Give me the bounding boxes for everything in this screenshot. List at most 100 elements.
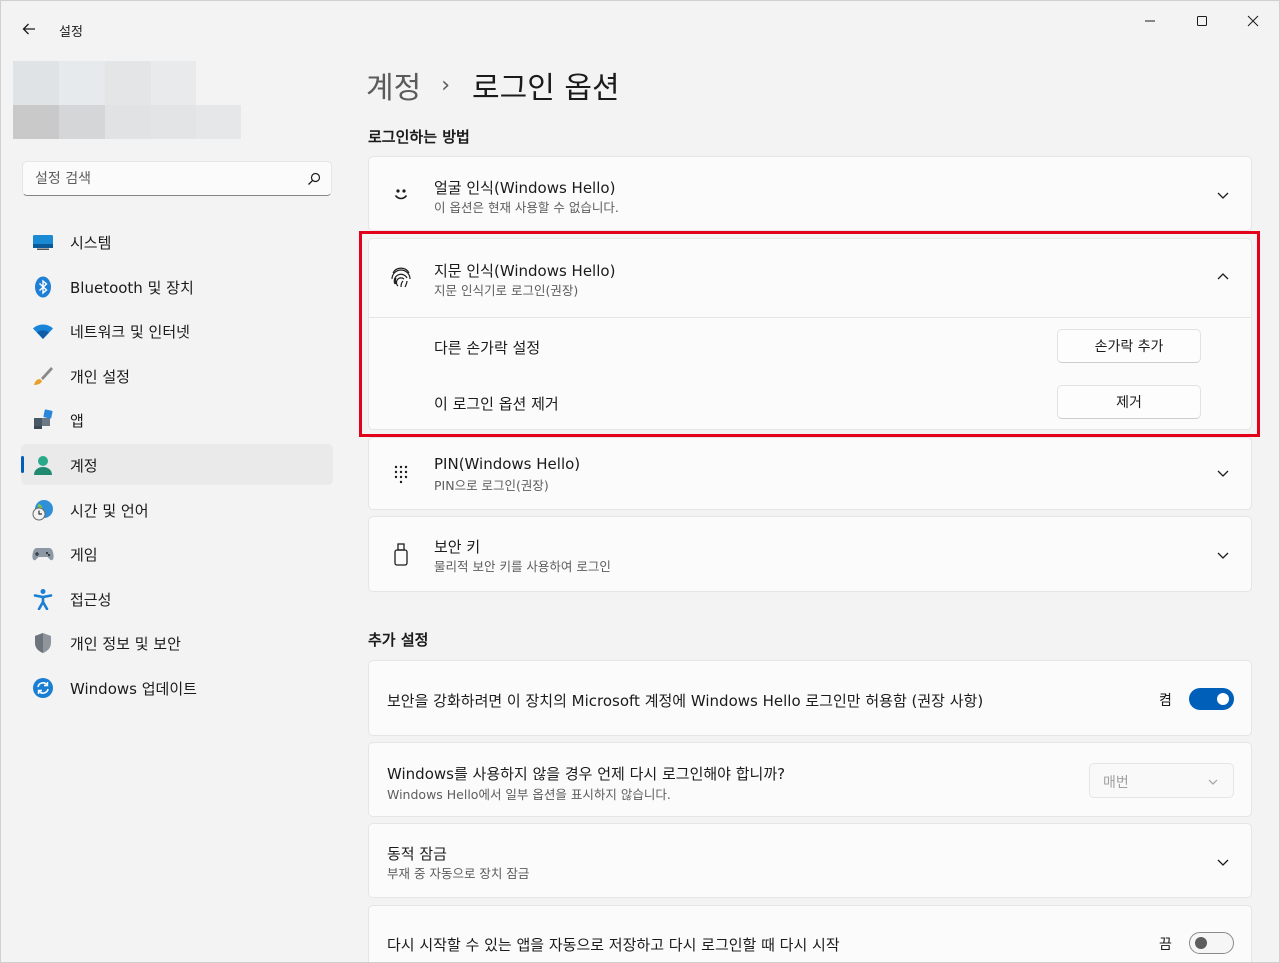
fingerprint-icon <box>389 265 413 289</box>
apps-icon <box>32 409 54 431</box>
keypad-icon <box>389 462 413 486</box>
page-title: 로그인 옵션 <box>472 71 620 106</box>
setting-title: Windows를 사용하지 않을 경우 언제 다시 로그인해야 합니까? <box>387 765 786 783</box>
remove-option-label: 이 로그인 옵션 제거 <box>434 395 559 413</box>
search-input[interactable] <box>35 169 295 189</box>
sidebar-item-label: 계정 <box>70 456 98 475</box>
close-icon <box>1247 15 1259 27</box>
toggle-state-label: 켬 <box>1159 693 1172 709</box>
add-finger-button[interactable]: 손가락 추가 <box>1057 329 1201 363</box>
system-icon <box>32 231 54 253</box>
breadcrumb: 계정 › 로그인 옵션 <box>366 63 620 107</box>
face-icon <box>389 182 413 206</box>
sidebar-item-network[interactable]: 네트워크 및 인터넷 <box>21 310 333 351</box>
fingerprint-card[interactable]: 지문 인식(Windows Hello) 지문 인식기로 로그인(권장) 다른 … <box>368 238 1252 430</box>
sidebar-item-apps[interactable]: 앱 <box>21 399 333 440</box>
sidebar-item-windows-update[interactable]: Windows 업데이트 <box>21 667 333 708</box>
sidebar-item-accounts[interactable]: 계정 <box>21 443 333 485</box>
update-icon <box>32 677 54 699</box>
chevron-down-icon[interactable] <box>1215 854 1231 870</box>
face-recognition-card[interactable]: 얼굴 인식(Windows Hello) 이 옵션은 현재 사용할 수 없습니다… <box>368 156 1252 231</box>
dynamic-lock-card[interactable]: 동적 잠금 부재 중 자동으로 장치 잠금 <box>368 823 1252 898</box>
card-title: 보안 키 <box>434 538 481 556</box>
sidebar-item-label: 앱 <box>70 412 84 431</box>
sidebar-item-time-language[interactable]: 시간 및 언어 <box>21 489 333 530</box>
account-icon <box>32 454 54 476</box>
sidebar-item-label: 게임 <box>70 546 98 565</box>
remove-button[interactable]: 제거 <box>1057 385 1201 419</box>
sidebar-item-accessibility[interactable]: 접근성 <box>21 578 333 619</box>
toggle-knob <box>1217 693 1229 705</box>
usb-key-icon <box>389 543 413 567</box>
breadcrumb-separator: › <box>441 72 451 98</box>
sidebar-item-label: Windows 업데이트 <box>70 679 197 698</box>
card-subtitle: 물리적 보안 키를 사용하여 로그인 <box>434 559 611 574</box>
hello-only-toggle[interactable] <box>1189 688 1234 710</box>
settings-search[interactable] <box>22 161 332 196</box>
sidebar-item-system[interactable]: 시스템 <box>21 221 333 262</box>
arrow-left-icon <box>22 23 35 35</box>
setting-label: 다시 시작할 수 있는 앱을 자동으로 저장하고 다시 로그인할 때 다시 시작 <box>387 936 840 954</box>
restart-apps-toggle[interactable] <box>1189 932 1234 954</box>
sidebar-item-label: 개인 정보 및 보안 <box>70 635 181 654</box>
shield-icon <box>32 632 54 654</box>
search-icon[interactable] <box>307 172 321 186</box>
card-subtitle: 지문 인식기로 로그인(권장) <box>434 283 579 298</box>
card-subtitle: PIN으로 로그인(권장) <box>434 478 549 493</box>
card-title: 얼굴 인식(Windows Hello) <box>434 179 616 197</box>
fingerprint-options: 다른 손가락 설정 손가락 추가 이 로그인 옵션 제거 제거 <box>369 317 1251 432</box>
bluetooth-icon <box>32 276 54 298</box>
minimize-icon <box>1145 20 1155 22</box>
card-subtitle: 이 옵션은 현재 사용할 수 없습니다. <box>434 200 619 215</box>
sidebar-item-personalization[interactable]: 개인 설정 <box>21 355 333 396</box>
sidebar-item-label: 네트워크 및 인터넷 <box>70 323 190 342</box>
sidebar-item-label: 개인 설정 <box>70 367 130 386</box>
back-button[interactable] <box>13 13 45 45</box>
card-title: PIN(Windows Hello) <box>434 455 581 473</box>
title-bar: 설정 <box>1 1 1279 51</box>
hello-only-setting: 보안을 강화하려면 이 장치의 Microsoft 계정에 Windows He… <box>368 660 1252 736</box>
sidebar-item-label: 시스템 <box>70 234 112 252</box>
card-title: 지문 인식(Windows Hello) <box>434 262 616 280</box>
card-subtitle: 부재 중 자동으로 장치 잠금 <box>387 866 530 881</box>
sidebar-item-label: 접근성 <box>70 590 112 609</box>
active-indicator <box>21 455 24 473</box>
settings-window: 설정 시스템 <box>0 0 1280 963</box>
accessibility-icon <box>32 588 54 610</box>
chevron-up-icon[interactable] <box>1215 269 1231 285</box>
setting-subtitle: Windows Hello에서 일부 옵션을 표시하지 않습니다. <box>387 787 671 802</box>
gamepad-icon <box>32 543 54 565</box>
chevron-down-icon <box>1208 779 1218 785</box>
dropdown-value: 매번 <box>1103 775 1129 791</box>
pin-card[interactable]: PIN(Windows Hello) PIN으로 로그인(권장) <box>368 437 1252 510</box>
chevron-down-icon[interactable] <box>1215 465 1231 481</box>
wifi-icon <box>32 320 54 342</box>
sidebar-item-gaming[interactable]: 게임 <box>21 533 333 574</box>
profile-avatar[interactable] <box>13 61 241 139</box>
maximize-icon <box>1197 16 1207 26</box>
card-title: 동적 잠금 <box>387 845 447 863</box>
restart-apps-setting: 다시 시작할 수 있는 앱을 자동으로 저장하고 다시 로그인할 때 다시 시작… <box>368 905 1252 962</box>
sidebar-item-bluetooth[interactable]: Bluetooth 및 장치 <box>21 266 333 307</box>
paintbrush-icon <box>32 365 54 387</box>
breadcrumb-parent[interactable]: 계정 <box>366 63 421 107</box>
sidebar-item-label: Bluetooth 및 장치 <box>70 278 194 297</box>
sidebar-item-label: 시간 및 언어 <box>70 501 149 520</box>
chevron-down-icon[interactable] <box>1215 187 1231 203</box>
relogin-dropdown[interactable]: 매번 <box>1089 763 1234 798</box>
maximize-button[interactable] <box>1179 7 1225 35</box>
section-title-additional: 추가 설정 <box>368 631 429 649</box>
setting-label: 보안을 강화하려면 이 장치의 Microsoft 계정에 Windows He… <box>387 692 984 710</box>
close-button[interactable] <box>1230 7 1276 35</box>
time-language-icon <box>32 499 54 521</box>
toggle-state-label: 끔 <box>1159 937 1172 953</box>
app-title: 설정 <box>59 25 83 40</box>
toggle-knob <box>1195 937 1207 949</box>
minimize-button[interactable] <box>1127 7 1173 35</box>
chevron-down-icon[interactable] <box>1215 547 1231 563</box>
relogin-setting: Windows를 사용하지 않을 경우 언제 다시 로그인해야 합니까? Win… <box>368 742 1252 817</box>
sidebar-nav: 시스템 Bluetooth 및 장치 네트워크 및 인터넷 개인 설정 앱 계정… <box>21 221 333 712</box>
sidebar-item-privacy[interactable]: 개인 정보 및 보안 <box>21 622 333 663</box>
security-key-card[interactable]: 보안 키 물리적 보안 키를 사용하여 로그인 <box>368 516 1252 592</box>
section-title-signin-methods: 로그인하는 방법 <box>368 128 470 146</box>
